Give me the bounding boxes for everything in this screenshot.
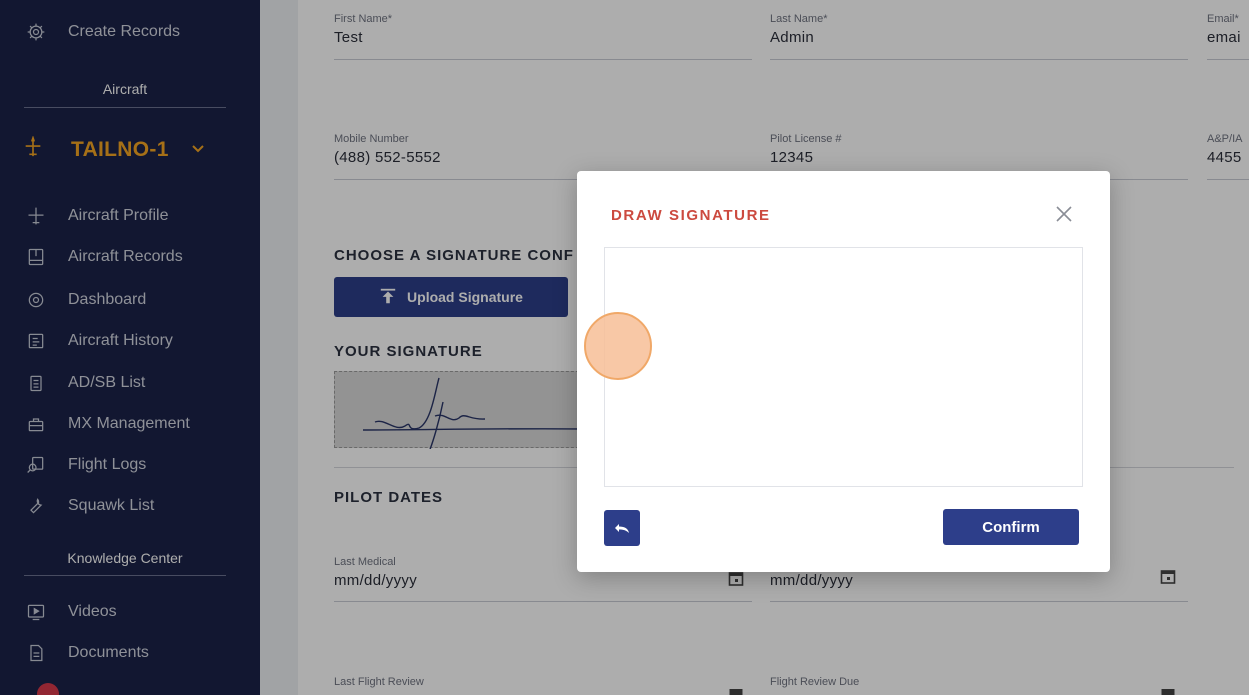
click-indicator xyxy=(584,312,652,380)
undo-button[interactable] xyxy=(604,510,640,546)
dialog-title: DRAW SIGNATURE xyxy=(611,207,771,224)
confirm-button[interactable]: Confirm xyxy=(943,509,1079,545)
signature-canvas[interactable] xyxy=(604,247,1083,487)
draw-signature-dialog: DRAW SIGNATURE Confirm xyxy=(577,171,1110,572)
close-icon[interactable] xyxy=(1053,203,1075,225)
undo-icon xyxy=(615,524,629,533)
